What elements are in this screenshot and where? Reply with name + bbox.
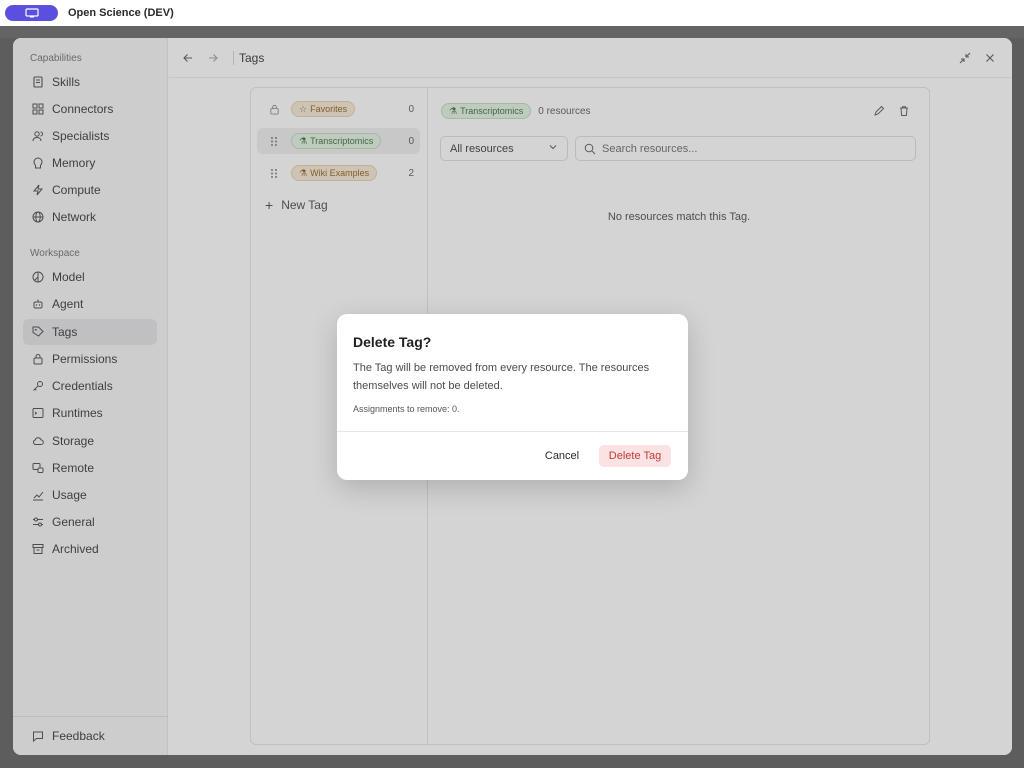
dialog-message: The Tag will be removed from every resou… <box>353 362 650 392</box>
app-titlebar: Open Science (DEV) <box>0 0 1024 26</box>
delete-tag-dialog: Delete Tag? The Tag will be removed from… <box>337 314 688 480</box>
dialog-divider <box>337 431 688 432</box>
cancel-button[interactable]: Cancel <box>536 445 588 467</box>
app-logo[interactable] <box>5 5 58 21</box>
dialog-title: Delete Tag? <box>353 334 432 350</box>
confirm-delete-button[interactable]: Delete Tag <box>599 445 671 467</box>
screen-icon <box>24 8 39 18</box>
dialog-note: Assignments to remove: 0. <box>353 404 460 414</box>
app-title: Open Science (DEV) <box>68 7 174 19</box>
